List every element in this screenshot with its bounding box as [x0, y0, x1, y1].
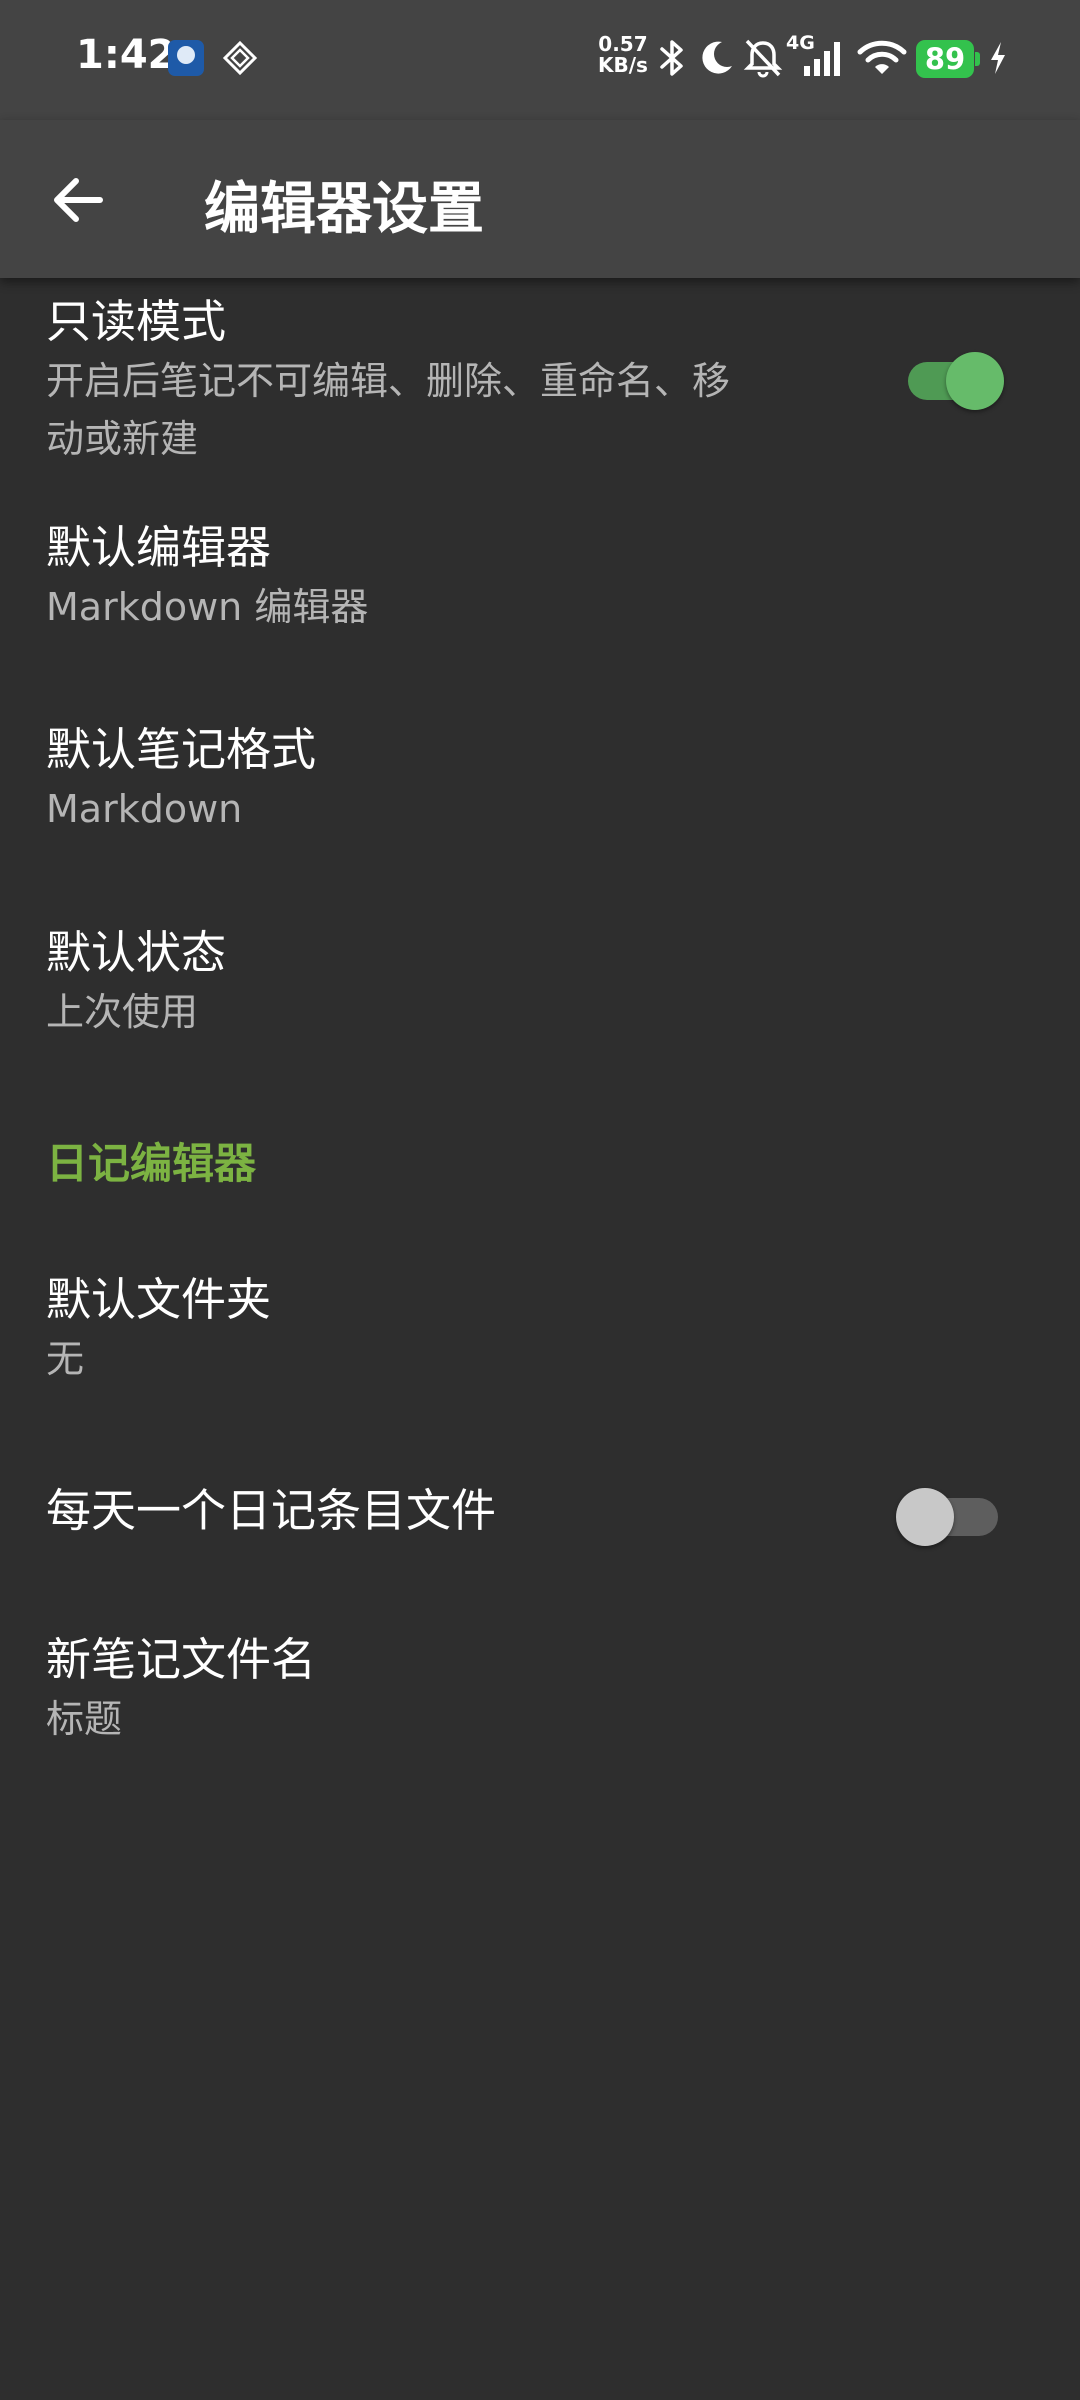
wifi-icon	[857, 40, 907, 74]
setting-value: 上次使用	[46, 990, 199, 1034]
setting-title: 每天一个日记条目文件	[46, 1484, 497, 1537]
app-bar: 编辑器设置	[0, 120, 1080, 278]
app-diamond-icon	[222, 40, 258, 76]
toggle-thumb	[896, 1488, 954, 1546]
setting-title: 默认状态	[46, 926, 227, 979]
setting-value: 无	[46, 1337, 85, 1381]
network-speed: 0.57 KB/s	[598, 34, 648, 76]
setting-one-entry-per-day[interactable]: 每天一个日记条目文件	[46, 1483, 496, 1539]
battery-icon: 89	[916, 40, 980, 78]
setting-title: 默认笔记格式	[46, 723, 317, 776]
setting-value: Markdown 编辑器	[46, 585, 369, 629]
setting-value: 标题	[46, 1697, 123, 1741]
app-notification-icon	[168, 40, 204, 76]
toggle-thumb	[946, 352, 1004, 410]
arrow-back-icon	[54, 178, 103, 222]
signal-icon	[804, 42, 840, 76]
setting-new-note-filename[interactable]: 新笔记文件名 标题	[46, 1632, 316, 1748]
bell-off-icon	[743, 39, 783, 78]
setting-title: 默认文件夹	[46, 1273, 272, 1326]
setting-default-editor[interactable]: 默认编辑器 Markdown 编辑器	[46, 520, 368, 636]
status-bar: 1:42 0.57 KB/s 4G 89	[0, 0, 1080, 120]
moon-icon	[702, 41, 732, 74]
setting-default-folder[interactable]: 默认文件夹 无	[46, 1272, 271, 1388]
bluetooth-icon	[660, 40, 683, 76]
setting-title: 只读模式	[46, 295, 227, 348]
charging-icon	[991, 42, 1005, 74]
setting-read-only-mode[interactable]: 只读模式 开启后笔记不可编辑、删除、重命名、移 动或新建	[46, 294, 846, 468]
setting-summary-line: 动或新建	[46, 417, 199, 461]
network-speed-value: 0.57	[598, 32, 648, 56]
status-time: 1:42	[76, 32, 176, 78]
read-only-toggle[interactable]	[900, 342, 1010, 412]
setting-value: Markdown	[46, 787, 243, 831]
setting-title: 新笔记文件名	[46, 1633, 317, 1686]
setting-summary-line: 开启后笔记不可编辑、删除、重命名、移	[46, 359, 731, 403]
setting-title: 默认编辑器	[46, 521, 272, 574]
network-speed-unit: KB/s	[598, 53, 648, 77]
setting-default-state[interactable]: 默认状态 上次使用	[46, 925, 226, 1041]
setting-default-note-format[interactable]: 默认笔记格式 Markdown	[46, 722, 316, 838]
page-title: 编辑器设置	[204, 177, 484, 242]
one-entry-per-day-toggle[interactable]	[896, 1478, 1006, 1548]
section-header-diary-editor: 日记编辑器	[46, 1139, 257, 1188]
setting-summary: 开启后笔记不可编辑、删除、重命名、移 动或新建	[46, 352, 846, 468]
back-button[interactable]	[40, 160, 120, 240]
